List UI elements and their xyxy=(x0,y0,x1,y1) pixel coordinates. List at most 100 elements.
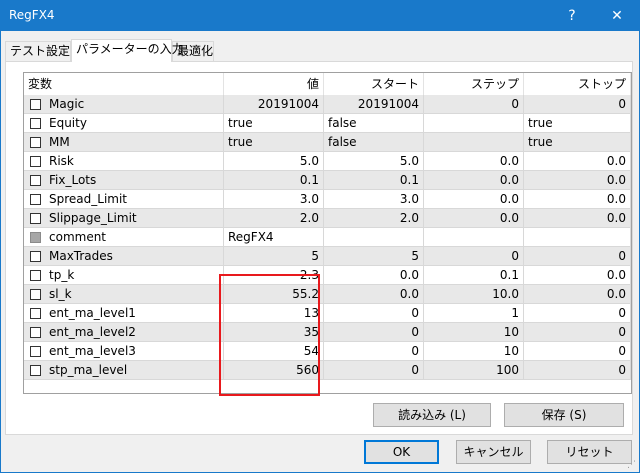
value-cell[interactable]: 55.2 xyxy=(224,285,324,304)
start-cell[interactable] xyxy=(324,228,424,247)
optimize-checkbox[interactable] xyxy=(30,99,41,110)
title-bar[interactable]: RegFX4 ? ✕ xyxy=(1,1,639,31)
optimize-checkbox[interactable] xyxy=(30,175,41,186)
stop-cell[interactable]: true xyxy=(524,114,631,133)
stop-cell[interactable]: 0 xyxy=(524,304,631,323)
value-cell[interactable]: 2.0 xyxy=(224,209,324,228)
value-cell[interactable]: 3.0 xyxy=(224,190,324,209)
save-button[interactable]: 保存 (S) xyxy=(504,403,624,427)
value-cell[interactable]: 560 xyxy=(224,361,324,380)
optimize-checkbox[interactable] xyxy=(30,194,41,205)
start-cell[interactable]: 5.0 xyxy=(324,152,424,171)
column-header-start[interactable]: スタート xyxy=(324,73,424,95)
column-header-value[interactable]: 値 xyxy=(224,73,324,95)
optimize-checkbox[interactable] xyxy=(30,327,41,338)
optimize-checkbox[interactable] xyxy=(30,251,41,262)
step-cell[interactable]: 10 xyxy=(424,323,524,342)
stop-cell[interactable]: 0.0 xyxy=(524,209,631,228)
close-button[interactable]: ✕ xyxy=(595,1,639,31)
stop-cell[interactable]: 0 xyxy=(524,95,631,114)
step-cell[interactable]: 100 xyxy=(424,361,524,380)
step-cell[interactable] xyxy=(424,133,524,152)
optimize-checkbox[interactable] xyxy=(30,308,41,319)
start-cell[interactable]: 0.0 xyxy=(324,266,424,285)
stop-cell[interactable]: 0.0 xyxy=(524,152,631,171)
start-cell[interactable]: 0.1 xyxy=(324,171,424,190)
start-cell[interactable]: 20191004 xyxy=(324,95,424,114)
table-row[interactable]: Magic 20191004 20191004 0 0 xyxy=(24,95,631,114)
table-row[interactable]: Spread_Limit 3.0 3.0 0.0 0.0 xyxy=(24,190,631,209)
step-cell[interactable]: 10.0 xyxy=(424,285,524,304)
step-cell[interactable] xyxy=(424,228,524,247)
column-header-variable[interactable]: 変数 xyxy=(24,73,224,95)
value-cell[interactable]: 13 xyxy=(224,304,324,323)
optimize-checkbox[interactable] xyxy=(30,365,41,376)
ok-button[interactable]: OK xyxy=(364,440,439,464)
stop-cell[interactable]: 0 xyxy=(524,342,631,361)
cancel-button[interactable]: キャンセル xyxy=(456,440,531,464)
parameters-table[interactable]: 変数 値 スタート ステップ ストップ Magic 20191004 2019100… xyxy=(23,72,632,394)
stop-cell[interactable]: 0.0 xyxy=(524,190,631,209)
start-cell[interactable]: 0 xyxy=(324,342,424,361)
table-row[interactable]: ent_ma_level1 13 0 1 0 xyxy=(24,304,631,323)
stop-cell[interactable]: true xyxy=(524,133,631,152)
table-row[interactable]: tp_k 2.3 0.0 0.1 0.0 xyxy=(24,266,631,285)
stop-cell[interactable]: 0 xyxy=(524,361,631,380)
value-cell[interactable]: true xyxy=(224,114,324,133)
step-cell[interactable]: 0.0 xyxy=(424,190,524,209)
step-cell[interactable]: 1 xyxy=(424,304,524,323)
start-cell[interactable]: 0 xyxy=(324,361,424,380)
table-row[interactable]: sl_k 55.2 0.0 10.0 0.0 xyxy=(24,285,631,304)
optimize-checkbox[interactable] xyxy=(30,289,41,300)
step-cell[interactable]: 0.0 xyxy=(424,152,524,171)
stop-cell[interactable]: 0 xyxy=(524,323,631,342)
value-cell[interactable]: 54 xyxy=(224,342,324,361)
start-cell[interactable]: 0 xyxy=(324,323,424,342)
step-cell[interactable] xyxy=(424,114,524,133)
value-cell[interactable]: 5.0 xyxy=(224,152,324,171)
table-row[interactable]: Slippage_Limit 2.0 2.0 0.0 0.0 xyxy=(24,209,631,228)
table-row[interactable]: Fix_Lots 0.1 0.1 0.0 0.0 xyxy=(24,171,631,190)
optimize-checkbox[interactable] xyxy=(30,156,41,167)
stop-cell[interactable] xyxy=(524,228,631,247)
value-cell[interactable]: 35 xyxy=(224,323,324,342)
table-row[interactable]: Risk 5.0 5.0 0.0 0.0 xyxy=(24,152,631,171)
step-cell[interactable]: 0.0 xyxy=(424,209,524,228)
help-button[interactable]: ? xyxy=(554,1,590,31)
table-row[interactable]: Equity true false true xyxy=(24,114,631,133)
resize-grip-icon[interactable]: ⋰ xyxy=(627,460,637,470)
stop-cell[interactable]: 0.0 xyxy=(524,285,631,304)
optimize-checkbox[interactable] xyxy=(30,213,41,224)
table-row[interactable]: MM true false true xyxy=(24,133,631,152)
table-row[interactable]: ent_ma_level2 35 0 10 0 xyxy=(24,323,631,342)
stop-cell[interactable]: 0.0 xyxy=(524,171,631,190)
value-cell[interactable]: 2.3 xyxy=(224,266,324,285)
start-cell[interactable]: 0 xyxy=(324,304,424,323)
start-cell[interactable]: 3.0 xyxy=(324,190,424,209)
value-cell[interactable]: RegFX4 xyxy=(224,228,324,247)
step-cell[interactable]: 0.1 xyxy=(424,266,524,285)
value-cell[interactable]: 20191004 xyxy=(224,95,324,114)
step-cell[interactable]: 0 xyxy=(424,95,524,114)
value-cell[interactable]: 0.1 xyxy=(224,171,324,190)
step-cell[interactable]: 10 xyxy=(424,342,524,361)
stop-cell[interactable]: 0 xyxy=(524,247,631,266)
load-button[interactable]: 読み込み (L) xyxy=(373,403,491,427)
start-cell[interactable]: false xyxy=(324,133,424,152)
optimize-checkbox[interactable] xyxy=(30,270,41,281)
start-cell[interactable]: false xyxy=(324,114,424,133)
column-header-step[interactable]: ステップ xyxy=(424,73,524,95)
optimize-checkbox[interactable] xyxy=(30,118,41,129)
step-cell[interactable]: 0 xyxy=(424,247,524,266)
table-row[interactable]: comment RegFX4 xyxy=(24,228,631,247)
table-row[interactable]: ent_ma_level3 54 0 10 0 xyxy=(24,342,631,361)
start-cell[interactable]: 0.0 xyxy=(324,285,424,304)
reset-button[interactable]: リセット xyxy=(547,440,632,464)
start-cell[interactable]: 2.0 xyxy=(324,209,424,228)
column-header-stop[interactable]: ストップ xyxy=(524,73,631,95)
tab-test-settings[interactable]: テスト設定 xyxy=(5,41,71,61)
table-row[interactable]: MaxTrades 5 5 0 0 xyxy=(24,247,631,266)
value-cell[interactable]: 5 xyxy=(224,247,324,266)
tab-parameters[interactable]: パラメーターの入力 xyxy=(71,39,184,62)
table-row[interactable]: stp_ma_level 560 0 100 0 xyxy=(24,361,631,380)
